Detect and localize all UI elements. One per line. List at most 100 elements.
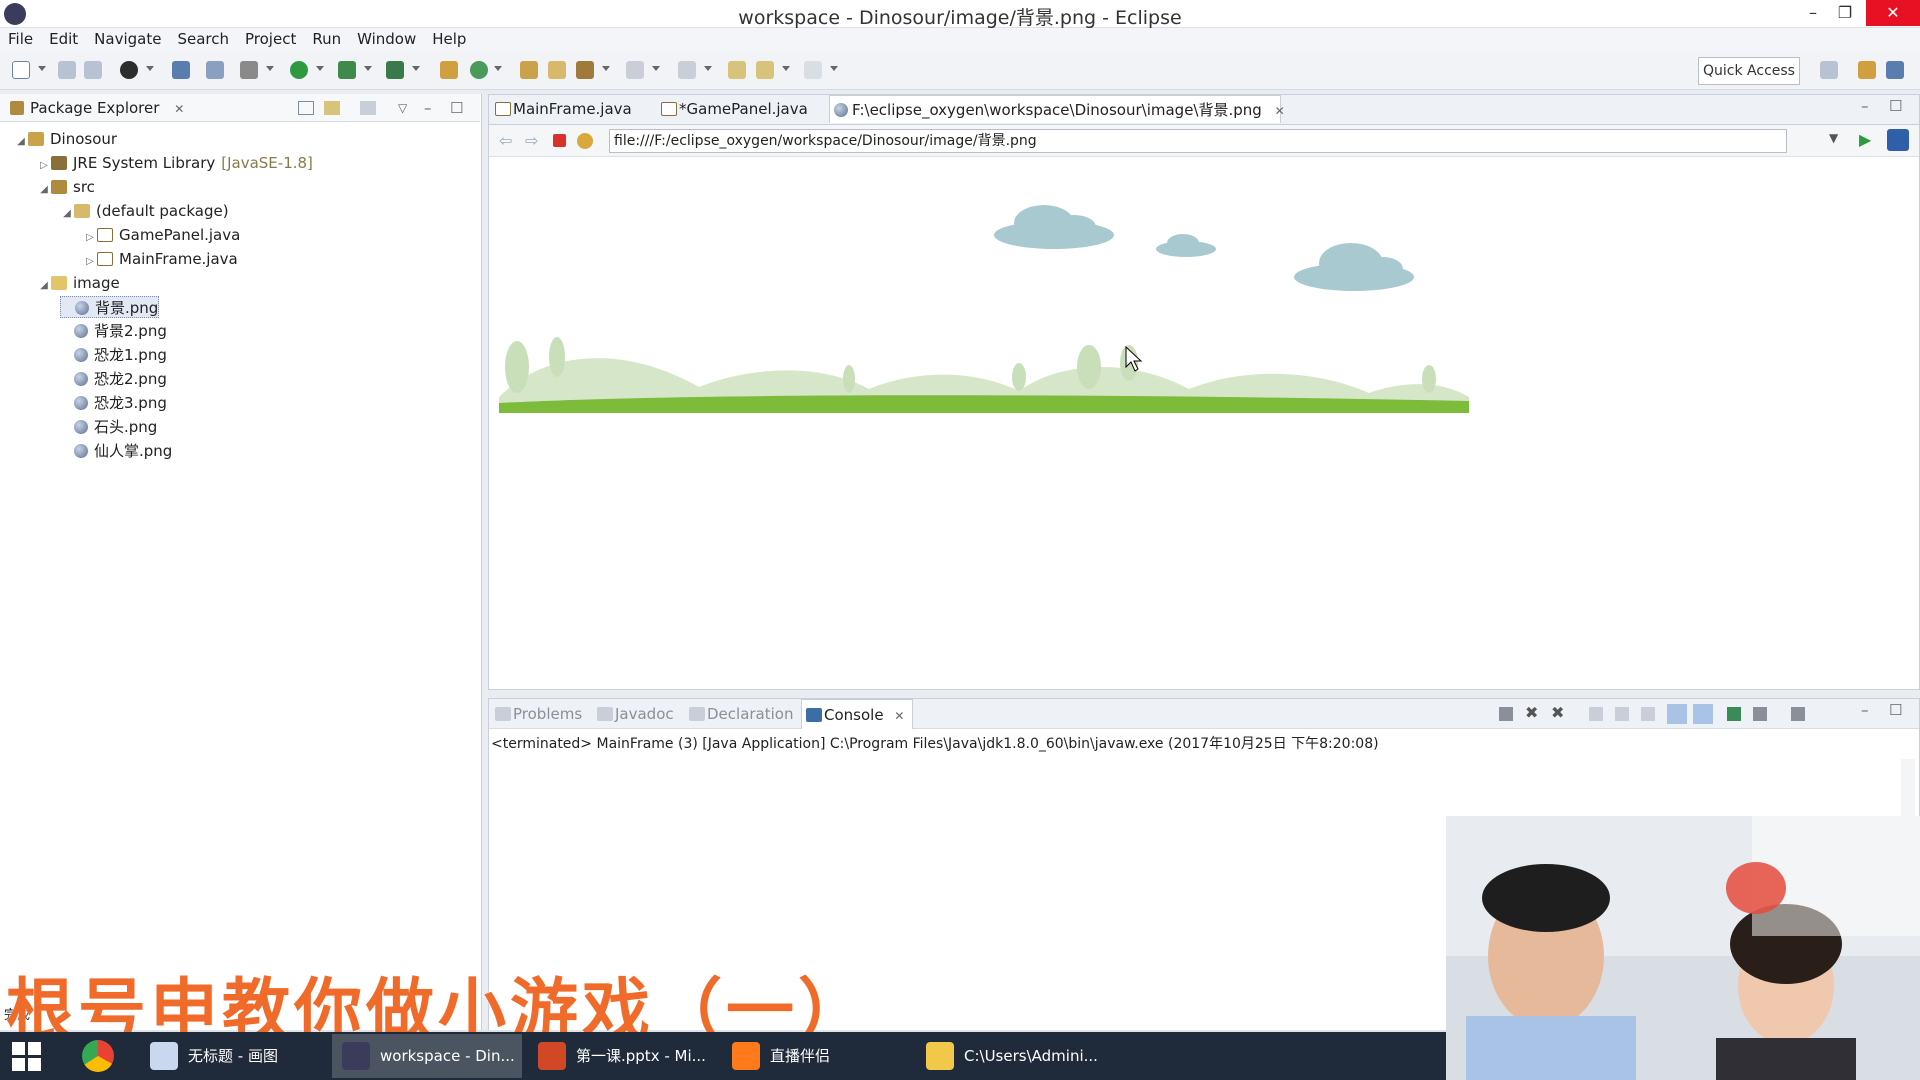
tree-item[interactable]: ◢ src [37, 176, 95, 198]
menu-search[interactable]: Search [169, 28, 237, 50]
coverage-icon[interactable] [338, 61, 356, 79]
back-dropdown-icon[interactable] [782, 66, 790, 71]
pin-console-icon[interactable] [1727, 707, 1741, 721]
open-task-icon[interactable] [548, 61, 566, 79]
taskbar-item-powerpoint[interactable]: 第一课.pptx - Mi... [528, 1034, 716, 1078]
open-external-browser-icon[interactable] [1887, 129, 1909, 151]
taskbar-item-paint[interactable]: 无标题 - 画图 [140, 1034, 326, 1078]
maximize-view-icon[interactable]: ☐ [1889, 701, 1902, 719]
show-on-stdout-icon[interactable] [1667, 704, 1687, 724]
expand-arrow-icon[interactable]: ▷ [83, 227, 97, 249]
go-icon[interactable]: ▶ [1859, 130, 1871, 149]
tree-item[interactable]: ◢ (default package) [60, 200, 228, 225]
external-tools-dropdown-icon[interactable] [412, 66, 420, 71]
menu-project[interactable]: Project [237, 28, 304, 50]
remove-launch-icon[interactable]: ✖ [1525, 703, 1538, 722]
close-view-icon[interactable]: ✕ [894, 709, 904, 723]
focus-icon[interactable] [360, 101, 376, 115]
minimize-view-icon[interactable]: – [424, 94, 432, 122]
debug-run-dropdown-icon[interactable] [266, 66, 274, 71]
java-perspective-icon[interactable] [1886, 61, 1904, 79]
clear-console-icon[interactable] [1589, 707, 1603, 721]
open-perspective-icon[interactable] [1820, 61, 1838, 79]
forward-dropdown-icon[interactable] [830, 66, 838, 71]
terminate-icon[interactable] [1499, 707, 1513, 721]
collapse-arrow-icon[interactable]: ◢ [37, 275, 51, 297]
remove-all-icon[interactable]: ✖ [1551, 703, 1564, 722]
last-edit-icon[interactable] [728, 61, 746, 79]
collapse-arrow-icon[interactable]: ◢ [37, 179, 51, 201]
tab-gamepanel-java[interactable]: *GamePanel.java [657, 95, 821, 123]
debug-dropdown-icon[interactable] [146, 66, 154, 71]
skip-breakpoints-icon[interactable] [206, 61, 224, 79]
address-input[interactable]: file:///F:/eclipse_oxygen/workspace/Dino… [609, 129, 1787, 153]
new-class-dropdown-icon[interactable] [494, 66, 502, 71]
next-annotation-dropdown-icon[interactable] [652, 66, 660, 71]
collapse-arrow-icon[interactable]: ◢ [60, 203, 74, 225]
close-icon[interactable]: ✕ [1866, 0, 1920, 26]
tree-item[interactable]: ◢ image [37, 272, 120, 294]
prev-annotation-dropdown-icon[interactable] [704, 66, 712, 71]
run-dropdown-icon[interactable] [316, 66, 324, 71]
search-dropdown-icon[interactable] [602, 66, 610, 71]
forward-icon[interactable] [804, 61, 822, 79]
address-dropdown-icon[interactable]: ▼ [1829, 131, 1838, 145]
menu-window[interactable]: Window [349, 28, 424, 50]
tree-item[interactable]: 背景2.png [60, 320, 167, 342]
tab-console[interactable]: Console ✕ [801, 699, 913, 729]
view-menu-icon[interactable]: ▽ [398, 94, 407, 122]
close-tab-icon[interactable]: ✕ [1275, 104, 1285, 118]
java-ee-perspective-icon[interactable] [1858, 61, 1876, 79]
open-type-icon[interactable] [520, 61, 538, 79]
menu-edit[interactable]: Edit [41, 28, 86, 50]
tree-item[interactable]: ▷ MainFrame.java [83, 248, 238, 270]
menu-help[interactable]: Help [424, 28, 474, 50]
coverage-dropdown-icon[interactable] [364, 66, 372, 71]
taskbar-item-eclipse[interactable]: workspace - Din... [332, 1034, 522, 1078]
save-all-icon[interactable] [84, 61, 102, 79]
menu-file[interactable]: File [0, 28, 41, 50]
menu-navigate[interactable]: Navigate [86, 28, 169, 50]
package-explorer-tab[interactable]: Package Explorer ✕ ▽ – ☐ [0, 94, 480, 122]
maximize-view-icon[interactable]: ☐ [450, 94, 463, 122]
new-class-icon[interactable] [470, 61, 488, 79]
close-view-icon[interactable]: ✕ [174, 102, 184, 116]
windows-start-icon[interactable] [12, 1042, 42, 1072]
display-console-icon[interactable] [1753, 707, 1767, 721]
expand-arrow-icon[interactable]: ▷ [83, 251, 97, 273]
new-icon[interactable] [12, 61, 30, 79]
tab-background-png[interactable]: F:\eclipse_oxygen\workspace\Dinosour\ima… [829, 95, 1285, 123]
tab-mainframe-java[interactable]: MainFrame.java [491, 95, 651, 123]
minimize-view-icon[interactable]: – [1861, 701, 1869, 719]
menu-run[interactable]: Run [304, 28, 349, 50]
new-java-project-icon[interactable] [440, 61, 458, 79]
restore-icon[interactable]: ❐ [1826, 0, 1864, 26]
console-icon[interactable] [172, 61, 190, 79]
open-console-icon[interactable] [1791, 707, 1805, 721]
link-with-editor-icon[interactable] [324, 101, 340, 115]
tab-problems[interactable]: Problems [491, 699, 591, 729]
tree-item[interactable]: 恐龙2.png [60, 368, 167, 390]
external-tools-icon[interactable] [386, 61, 404, 79]
expand-arrow-icon[interactable]: ▷ [37, 155, 51, 177]
debug-perspective-icon[interactable] [120, 61, 138, 79]
taskbar-item-live-assistant[interactable]: 直播伴侣 [722, 1034, 910, 1078]
stop-icon[interactable] [553, 134, 566, 147]
scroll-lock-icon[interactable] [1615, 707, 1629, 721]
tree-item[interactable]: 仙人掌.png [60, 440, 172, 462]
new-dropdown-icon[interactable] [38, 66, 46, 71]
tab-javadoc[interactable]: Javadoc [593, 699, 679, 729]
collapse-all-icon[interactable] [298, 101, 314, 115]
show-on-stderr-icon[interactable] [1693, 704, 1713, 724]
chrome-icon[interactable] [82, 1040, 114, 1072]
collapse-arrow-icon[interactable]: ◢ [14, 131, 28, 153]
tab-declaration[interactable]: Declaration [685, 699, 797, 729]
quick-access-field[interactable]: Quick Access [1698, 57, 1800, 85]
word-wrap-icon[interactable] [1641, 707, 1655, 721]
tree-item[interactable]: 石头.png [60, 416, 157, 438]
debug-icon[interactable] [240, 61, 258, 79]
tree-item[interactable]: ▷ JRE System Library [JavaSE-1.8] [37, 152, 313, 174]
run-icon[interactable] [290, 61, 308, 79]
tree-item[interactable]: 背景.png [60, 296, 160, 318]
tree-item[interactable]: ◢ Dinosour [14, 128, 117, 150]
